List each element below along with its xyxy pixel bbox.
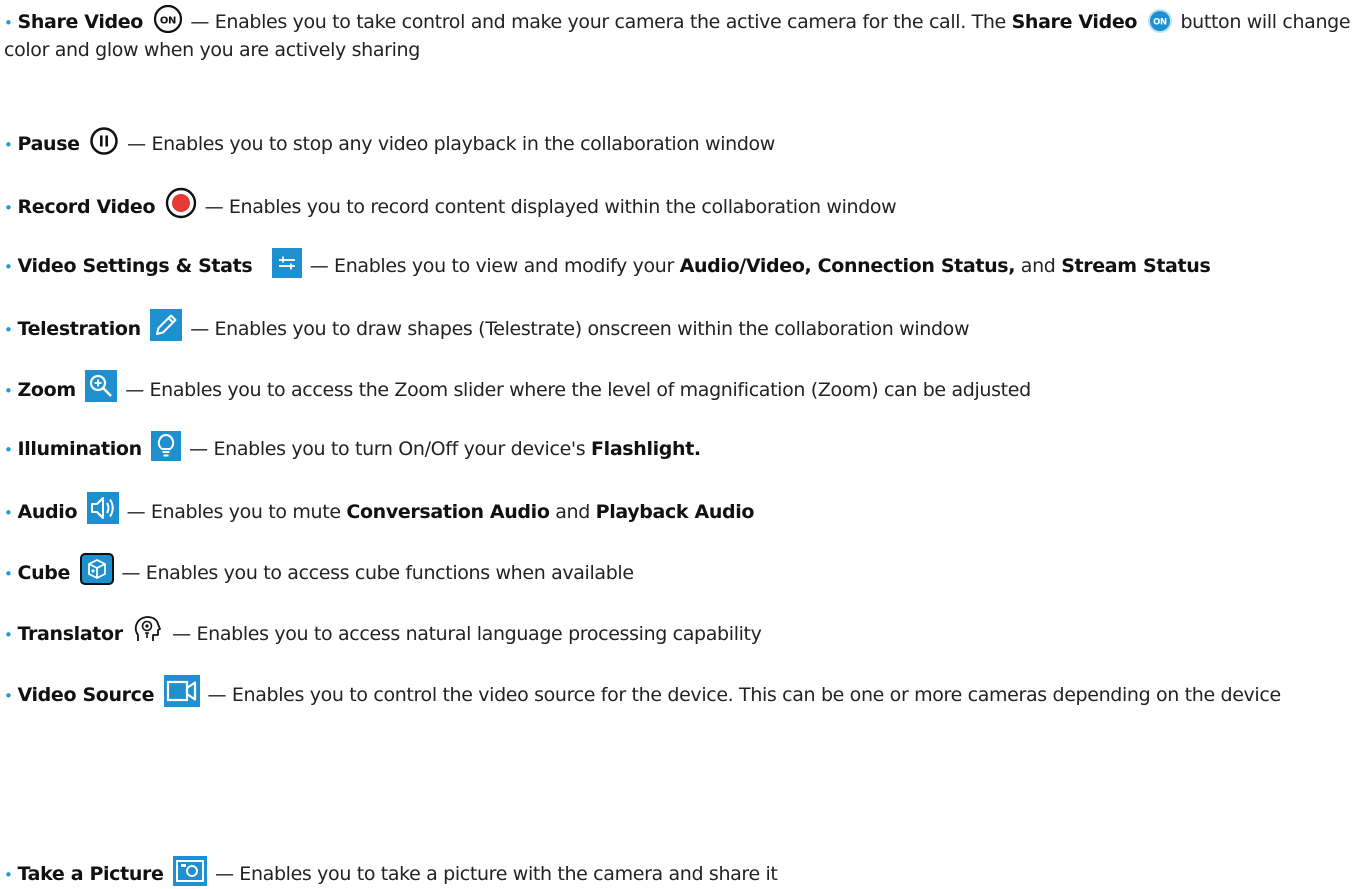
on-badge-blue-icon: ON xyxy=(1147,8,1173,34)
bullet: • xyxy=(4,866,13,884)
item-title: Take a Picture xyxy=(17,863,164,885)
item-description: — Enables you to access the Zoom slider … xyxy=(125,379,1031,401)
item-title: Record Video xyxy=(17,196,156,218)
list-item-translator: • Translator — Enables you to access natu… xyxy=(4,614,1356,649)
bullet: • xyxy=(4,321,13,339)
item-bold-text-2: Playback Audio xyxy=(595,501,755,523)
item-description: — Enables you to stop any video playback… xyxy=(127,133,775,155)
list-item-take-picture: • Take a Picture — Enables you to take a … xyxy=(4,856,1356,889)
item-description: — Enables you to take a picture with the… xyxy=(214,863,778,885)
item-title: Telestration xyxy=(17,318,142,340)
item-description: — Enables you to view and modify your xyxy=(309,255,680,277)
item-title: Zoom xyxy=(17,379,77,401)
pause-icon xyxy=(89,126,119,156)
list-item-cube: • Cube — Enables you to access cube funct… xyxy=(4,553,1356,588)
cube-icon xyxy=(79,553,114,585)
item-description: — Enables you to access natural language… xyxy=(172,623,762,645)
list-item-video-source: • Video Source — Enables you to control t… xyxy=(4,675,1356,710)
item-description: — Enables you to draw shapes (Telestrate… xyxy=(190,318,970,340)
item-bold-text-2: Stream Status xyxy=(1061,255,1211,277)
list-item-illumination: • Illumination — Enables you to turn On/O… xyxy=(4,431,1356,464)
translator-icon xyxy=(132,614,165,646)
speaker-icon xyxy=(86,492,119,524)
svg-text:ON: ON xyxy=(160,16,176,27)
item-title: Translator xyxy=(17,623,124,645)
bullet: • xyxy=(4,565,13,583)
list-item-telestration: • Telestration — Enables you to draw shap… xyxy=(4,309,1356,344)
item-description: — Enables you to access cube functions w… xyxy=(121,562,634,584)
list-item-zoom: • Zoom — Enables you to access the Zoom s… xyxy=(4,370,1356,405)
bullet: • xyxy=(4,258,13,276)
item-description: — Enables you to record content displaye… xyxy=(204,196,897,218)
bullet: • xyxy=(4,199,13,217)
zoom-in-icon xyxy=(85,370,118,402)
list-item-share-video: • Share Video ON — Enables you to take co… xyxy=(4,4,1356,64)
item-bold-text: Audio/Video, Connection Status, xyxy=(679,255,1016,277)
item-bold-text: Flashlight. xyxy=(591,438,701,460)
item-description-2: and xyxy=(549,501,596,523)
item-bold-text: Share Video xyxy=(1011,11,1138,33)
item-title: Audio xyxy=(17,501,78,523)
bullet: • xyxy=(4,687,13,705)
pencil-icon xyxy=(150,309,183,341)
item-title: Video Settings & Stats xyxy=(17,255,253,277)
item-title: Pause xyxy=(17,133,81,155)
item-title: Illumination xyxy=(17,438,143,460)
bullet: • xyxy=(4,504,13,522)
item-title: Video Source xyxy=(17,684,155,706)
item-title: Share Video xyxy=(17,11,144,33)
share-video-on-icon: ON xyxy=(153,4,183,34)
item-description-2: and xyxy=(1015,255,1062,277)
settings-sliders-icon xyxy=(272,248,303,278)
svg-text:ON: ON xyxy=(1153,18,1167,28)
camera-photo-icon xyxy=(173,856,208,886)
bullet: • xyxy=(4,382,13,400)
lightbulb-icon xyxy=(151,431,182,461)
bullet: • xyxy=(4,136,13,154)
list-item-video-settings: • Video Settings & Stats — Enables you to… xyxy=(4,248,1356,281)
bullet: • xyxy=(4,626,13,644)
item-description: — Enables you to mute xyxy=(126,501,347,523)
item-description: — Enables you to turn On/Off your device… xyxy=(189,438,592,460)
bullet: • xyxy=(4,14,13,32)
list-item-record-video: • Record Video — Enables you to record co… xyxy=(4,187,1356,222)
bullet: • xyxy=(4,441,13,459)
item-title: Cube xyxy=(17,562,71,584)
item-description: — Enables you to control the video sourc… xyxy=(207,684,1282,706)
record-icon xyxy=(165,187,197,219)
list-item-audio: • Audio — Enables you to mute Conversatio… xyxy=(4,492,1356,527)
item-bold-text: Conversation Audio xyxy=(346,501,550,523)
list-item-pause: • Pause — Enables you to stop any video p… xyxy=(4,126,1356,159)
item-description: — Enables you to take control and make y… xyxy=(190,11,1012,33)
video-camera-icon xyxy=(163,675,200,707)
